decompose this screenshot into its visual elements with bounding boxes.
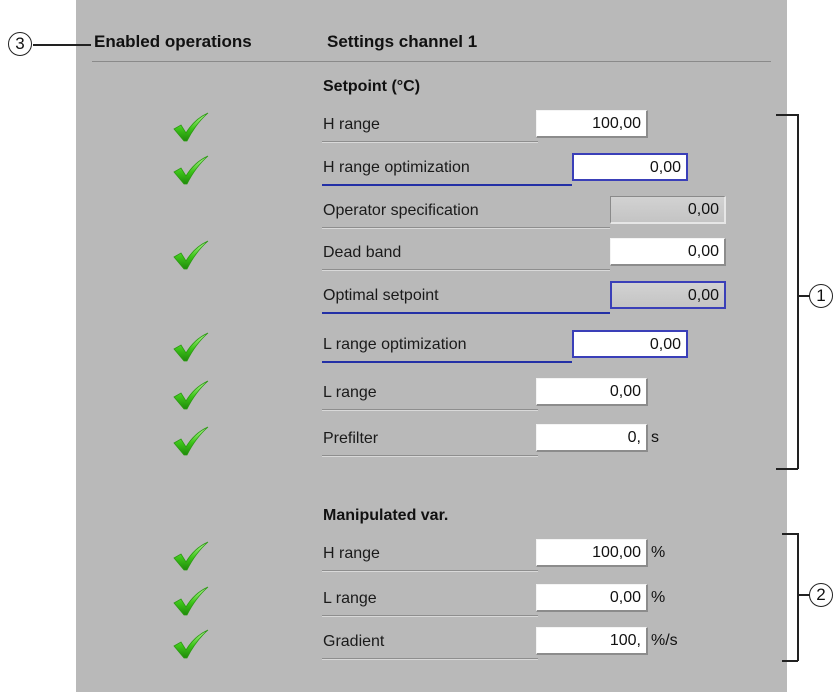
label-underline: [322, 570, 538, 572]
label-underline: [322, 658, 538, 660]
check-icon: [173, 240, 209, 270]
label-underline: [322, 312, 610, 314]
manipulated-row-l-range: L range 0,00 %: [0, 584, 838, 618]
setpoint-row-prefilter: Prefilter 0, s: [0, 424, 838, 458]
label-underline: [322, 455, 538, 457]
manipulated-label: L range: [323, 590, 377, 607]
l-range-optimization-input[interactable]: 0,00: [572, 330, 688, 358]
optimal-setpoint-value[interactable]: 0,00: [610, 281, 726, 309]
manipulated-section-title: Manipulated var.: [323, 507, 449, 524]
check-icon: [173, 426, 209, 456]
bracket-2-top: [782, 533, 798, 535]
gradient-unit: %/s: [651, 632, 678, 649]
gradient-input[interactable]: 100,: [536, 627, 648, 655]
callout-3: 3: [8, 32, 32, 56]
settings-title: Settings channel 1: [327, 32, 478, 51]
l-range-manipulated-input[interactable]: 0,00: [536, 584, 648, 612]
check-icon: [173, 380, 209, 410]
setpoint-row-optimal-setpoint: Optimal setpoint 0,00: [0, 281, 838, 315]
setpoint-label: Dead band: [323, 244, 402, 261]
l-range-setpoint-input[interactable]: 0,00: [536, 378, 648, 406]
setpoint-label: Operator specification: [323, 202, 479, 219]
label-underline: [322, 361, 572, 363]
check-icon: [173, 155, 209, 185]
label-underline: [322, 409, 538, 411]
setpoint-label: Optimal setpoint: [323, 287, 439, 304]
manipulated-row-h-range: H range 100,00 %: [0, 539, 838, 573]
manipulated-row-gradient: Gradient 100, %/s: [0, 627, 838, 661]
h-range-unit: %: [651, 544, 666, 561]
check-icon: [173, 541, 209, 571]
label-underline: [322, 141, 538, 143]
h-range-setpoint-input[interactable]: 100,00: [536, 110, 648, 138]
setpoint-row-l-range: L range 0,00: [0, 378, 838, 412]
setpoint-label: L range: [323, 384, 377, 401]
check-icon: [173, 629, 209, 659]
check-icon: [173, 332, 209, 362]
setpoint-label: H range: [323, 116, 380, 133]
setpoint-row-l-range-optimization: L range optimization 0,00: [0, 330, 838, 364]
prefilter-unit: s: [651, 429, 659, 446]
check-icon: [173, 586, 209, 616]
callout-2: 2: [809, 583, 833, 607]
bracket-1-vertical: [797, 114, 799, 469]
manipulated-label: Gradient: [323, 633, 385, 650]
h-range-manipulated-input[interactable]: 100,00: [536, 539, 648, 567]
setpoint-label: H range optimization: [323, 159, 470, 176]
enabled-operations-header: Enabled operations: [94, 32, 252, 51]
bracket-2-vertical: [797, 533, 799, 661]
check-icon: [173, 112, 209, 142]
bracket-1-bottom: [776, 468, 798, 470]
prefilter-input[interactable]: 0,: [536, 424, 648, 452]
label-underline: [322, 227, 610, 229]
manipulated-label: H range: [323, 545, 380, 562]
header-separator: [92, 61, 771, 62]
setpoint-section-title: Setpoint (°C): [323, 78, 421, 95]
label-underline: [322, 269, 610, 271]
callout-1: 1: [809, 284, 833, 308]
bracket-1-top: [776, 114, 798, 116]
setpoint-row-h-range-optimization: H range optimization 0,00: [0, 153, 838, 187]
l-range-unit: %: [651, 589, 666, 606]
label-underline: [322, 184, 572, 186]
operator-specification-value: 0,00: [610, 196, 726, 224]
setpoint-row-h-range: H range 100,00: [0, 110, 838, 144]
dead-band-input[interactable]: 0,00: [610, 238, 726, 266]
h-range-optimization-input[interactable]: 0,00: [572, 153, 688, 181]
setpoint-row-operator-specification: Operator specification 0,00: [0, 196, 838, 230]
bracket-2-bottom: [782, 660, 798, 662]
label-underline: [322, 615, 538, 617]
callout-3-leader: [33, 44, 91, 46]
setpoint-label: L range optimization: [323, 336, 467, 353]
setpoint-label: Prefilter: [323, 430, 379, 447]
setpoint-row-dead-band: Dead band 0,00: [0, 238, 838, 272]
